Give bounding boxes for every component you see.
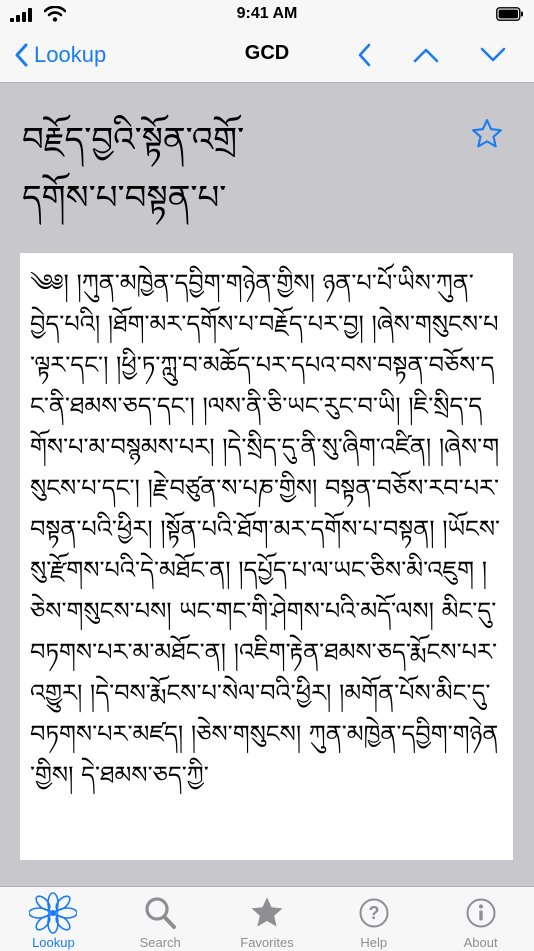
previous-entry-button[interactable] xyxy=(346,40,382,70)
svg-text:?: ? xyxy=(368,903,379,923)
tab-bar: Lookup Search Favorites ? Help About xyxy=(0,886,534,951)
tab-label: Favorites xyxy=(240,935,294,950)
status-time: 9:41 AM xyxy=(236,5,298,22)
tab-help[interactable]: ? Help xyxy=(320,887,427,951)
chevron-left-icon xyxy=(15,43,28,67)
favorite-button[interactable] xyxy=(470,117,504,155)
definition-text: ༄༅། །ཀུན་མཁྱེན་དབྱིག་གཉེན་གྱིས། ཉན་པ་པོ་… xyxy=(30,269,501,789)
back-button[interactable]: Lookup xyxy=(14,38,106,72)
scroll-down-button[interactable] xyxy=(475,40,511,70)
entry-title: བརྗོད་བྱའི་སྟོན་འགྲོ་ དགོས་པ་བསྟན་པ་ xyxy=(22,120,245,218)
lotus-icon xyxy=(29,892,78,934)
star-outline-icon xyxy=(472,119,502,148)
chevron-down-icon xyxy=(480,47,506,62)
navigation-bar: Lookup GCD xyxy=(0,30,534,83)
chevron-up-icon xyxy=(413,48,439,63)
search-icon xyxy=(145,897,177,929)
tab-label: Search xyxy=(139,935,181,950)
chevron-left-icon xyxy=(358,43,371,67)
battery-icon xyxy=(496,7,523,21)
back-button-label: Lookup xyxy=(34,42,107,67)
tab-favorites[interactable]: Favorites xyxy=(214,887,321,951)
star-icon xyxy=(251,897,283,927)
page-title: GCD xyxy=(244,42,290,64)
entry-header: བརྗོད་བྱའི་སྟོན་འགྲོ་ དགོས་པ་བསྟན་པ་ xyxy=(0,83,534,253)
tab-label: About xyxy=(463,935,498,950)
tab-search[interactable]: Search xyxy=(107,887,214,951)
tab-label: Lookup xyxy=(32,935,75,950)
help-icon: ? xyxy=(359,898,389,928)
status-bar: 9:41 AM xyxy=(0,0,534,30)
scroll-up-button[interactable] xyxy=(408,40,444,70)
tab-label: Help xyxy=(360,935,388,950)
tab-lookup[interactable]: Lookup xyxy=(0,887,107,951)
info-icon xyxy=(466,898,496,928)
definition-panel[interactable]: ༄༅། །ཀུན་མཁྱེན་དབྱིག་གཉེན་གྱིས། ཉན་པ་པོ་… xyxy=(20,253,513,860)
tab-about[interactable]: About xyxy=(427,887,534,951)
